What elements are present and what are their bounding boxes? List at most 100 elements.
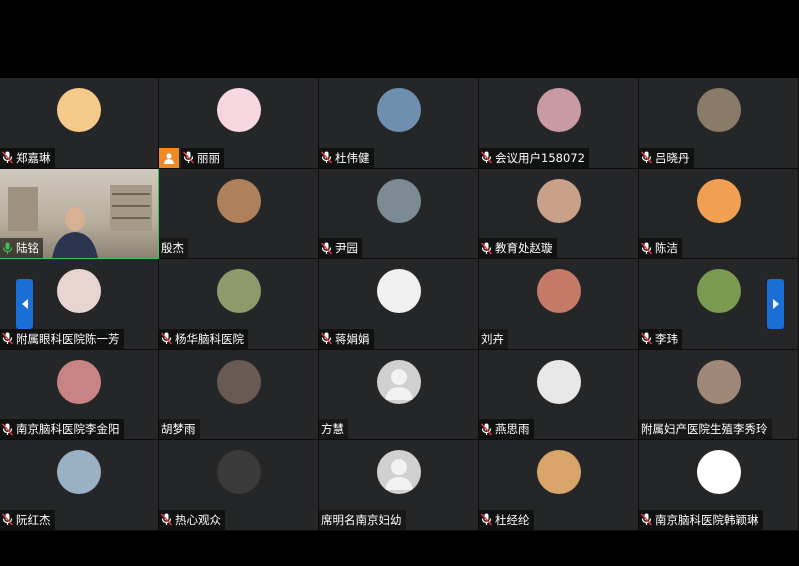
participant-tile[interactable]: 陈洁 (639, 168, 799, 260)
participant-name: 胡梦雨 (161, 422, 196, 437)
mic-muted-icon (161, 332, 172, 345)
default-user-avatar (376, 450, 421, 495)
participant-name: 南京脑科医院韩颖琳 (655, 512, 759, 527)
participant-tile[interactable]: 热心观众 (159, 440, 319, 531)
participant-tile[interactable]: 尹园 (319, 168, 479, 260)
woman-portrait-avatar (536, 178, 581, 223)
child-photo-avatar (536, 450, 581, 495)
mic-muted-icon (481, 423, 492, 436)
participant-name: 附属眼科医院陈一芳 (16, 331, 120, 346)
participant-tile[interactable]: 殷杰 (159, 168, 319, 260)
mic-icon (2, 242, 13, 254)
participant-name: 陆铭 (16, 241, 39, 256)
participant-label: 会议用户158072 (479, 147, 589, 168)
mic-muted-icon (641, 513, 652, 526)
participant-label: 燕思雨 (479, 419, 534, 440)
prev-page-button[interactable] (16, 279, 33, 329)
participant-tile[interactable]: 吕晓丹 (639, 78, 799, 169)
participant-name: 尹园 (335, 241, 358, 256)
participant-grid: 郑嘉琳 丽丽 杜伟健 会议用户158072 吕晓丹陆铭 殷杰 尹园 教育处赵璇 陈洁附属眼科医院… (0, 78, 799, 531)
participant-tile[interactable]: 教育处赵璇 (479, 168, 639, 260)
mic-muted-icon (641, 151, 652, 164)
participant-tile[interactable]: 席明名南京妇幼 (319, 440, 479, 531)
mic-muted-icon (161, 513, 172, 526)
mic-muted-icon (641, 332, 652, 345)
participant-label: 热心观众 (159, 509, 225, 530)
participant-name: 席明名南京妇幼 (321, 512, 402, 527)
participant-name: 杜经纶 (495, 512, 530, 527)
participant-label: 吕晓丹 (639, 147, 694, 168)
mic-muted-icon (641, 242, 652, 255)
participant-name: 吕晓丹 (655, 150, 690, 165)
participant-label: 附属妇产医院生殖李秀玲 (639, 419, 772, 440)
participant-name: 教育处赵璇 (495, 241, 553, 256)
participant-label: 丽丽 (181, 147, 224, 168)
participant-tile[interactable]: 郑嘉琳 (0, 78, 159, 169)
participant-tile[interactable]: 会议用户158072 (479, 78, 639, 169)
participant-tile[interactable]: 杜经纶 (479, 440, 639, 531)
participant-label: 陆铭 (0, 238, 43, 259)
participant-tile[interactable]: 南京脑科医院李金阳 (0, 349, 159, 441)
mic-muted-icon (2, 332, 13, 345)
participant-name: 杨华脑科医院 (175, 331, 244, 346)
mic-muted-icon (481, 242, 492, 255)
participant-tile[interactable]: 燕思雨 (479, 349, 639, 441)
mic-muted-icon (481, 151, 492, 164)
doctor-portrait-avatar (696, 359, 741, 404)
girl-portrait-avatar (57, 269, 101, 314)
mic-muted-icon (2, 513, 13, 526)
next-page-button[interactable] (767, 279, 784, 329)
participant-label: 附属眼科医院陈一芳 (0, 328, 124, 349)
participant-name: 阮红杰 (16, 512, 51, 527)
participant-label: 席明名南京妇幼 (319, 509, 406, 530)
cartoon-bear-avatar (57, 88, 101, 132)
participant-label: 教育处赵璇 (479, 238, 557, 259)
cartoon-sign-avatar (57, 359, 101, 404)
participant-name: 陈洁 (655, 241, 678, 256)
participant-label: 尹园 (319, 238, 362, 259)
participant-tile[interactable]: 蒋娟娟 (319, 259, 479, 350)
participant-name: 杜伟健 (335, 150, 370, 165)
participant-name: 殷杰 (161, 241, 184, 256)
participant-tile[interactable]: 杜伟健 (319, 78, 479, 169)
participant-tile[interactable]: 附属妇产医院生殖李秀玲 (639, 349, 799, 441)
default-user-avatar (376, 359, 421, 404)
participant-name: 南京脑科医院李金阳 (16, 422, 120, 437)
participant-tile[interactable]: 丽丽 (159, 78, 319, 169)
participant-tile[interactable]: 胡梦雨 (159, 349, 319, 441)
pig-toy-avatar (536, 269, 581, 314)
participant-label: 南京脑科医院李金阳 (0, 419, 124, 440)
host-badge-icon (159, 147, 179, 168)
smile-logo-avatar (696, 450, 741, 495)
participant-name: 丽丽 (197, 150, 220, 165)
participant-label: 方慧 (319, 419, 348, 440)
participant-tile[interactable]: 杨华脑科医院 (159, 259, 319, 350)
mic-muted-icon (321, 242, 332, 255)
participant-tile[interactable]: 南京脑科医院韩颖琳 (639, 440, 799, 531)
participant-name: 附属妇产医院生殖李秀玲 (641, 422, 768, 437)
landscape-person-avatar (376, 178, 421, 223)
participant-tile[interactable]: 阮红杰 (0, 440, 159, 531)
participant-tile[interactable]: 刘卉 (479, 259, 639, 350)
chevron-left-icon (21, 299, 28, 309)
participant-name: 方慧 (321, 422, 344, 437)
participant-name: 刘卉 (481, 331, 504, 346)
participant-tile[interactable]: 方慧 (319, 349, 479, 441)
participant-name: 会议用户158072 (495, 150, 585, 165)
participant-name: 郑嘉琳 (16, 150, 51, 165)
tiger-cartoon-avatar (696, 178, 741, 223)
couple-photo-avatar (216, 359, 261, 404)
mic-muted-icon (321, 332, 332, 345)
participant-label: 蒋娟娟 (319, 328, 374, 349)
woman-glasses-avatar (216, 269, 261, 314)
participant-label: 李玮 (639, 328, 682, 349)
black-white-figure-avatar (536, 359, 581, 404)
participant-label: 杨华脑科医院 (159, 328, 248, 349)
mic-muted-icon (2, 423, 13, 436)
sports-photo-avatar (696, 269, 741, 314)
participant-label: 刘卉 (479, 328, 508, 349)
participant-name: 李玮 (655, 331, 678, 346)
mic-muted-icon (183, 151, 194, 164)
flower-photo-avatar (216, 178, 261, 223)
participant-tile[interactable]: 陆铭 (0, 168, 159, 260)
